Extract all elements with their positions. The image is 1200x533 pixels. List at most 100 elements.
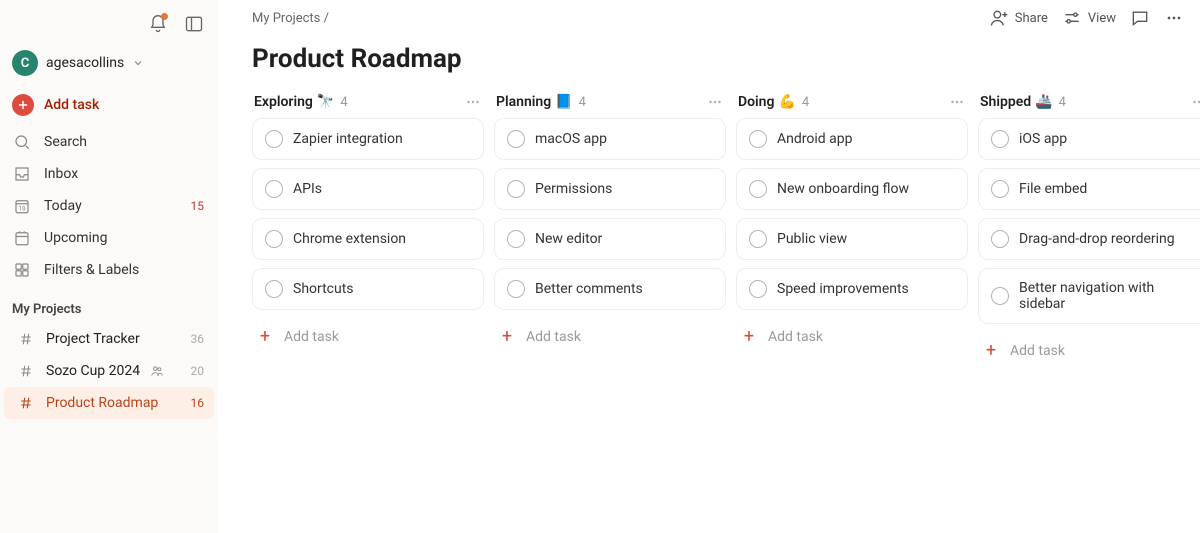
project-item[interactable]: Product Roadmap16: [4, 387, 214, 419]
breadcrumb[interactable]: My Projects /: [252, 11, 329, 26]
column-more-button[interactable]: [464, 93, 482, 111]
task-checkbox[interactable]: [507, 130, 525, 148]
task-title: Android app: [777, 131, 852, 147]
task-checkbox[interactable]: [749, 230, 767, 248]
task-checkbox[interactable]: [265, 180, 283, 198]
board-column: Doing 💪4 Android app New onboarding flow Pu…: [736, 90, 968, 533]
projects-section-title[interactable]: My Projects: [0, 286, 218, 323]
column-more-button[interactable]: [706, 93, 724, 111]
inbox-icon: [12, 164, 32, 184]
column-title[interactable]: Exploring 🔭: [254, 94, 334, 110]
column-more-button[interactable]: [1190, 93, 1200, 111]
task-card[interactable]: Drag-and-drop reordering: [978, 218, 1200, 260]
task-checkbox[interactable]: [991, 230, 1009, 248]
task-card[interactable]: Better navigation with sidebar: [978, 268, 1200, 324]
column-add-task[interactable]: +Add task: [252, 318, 484, 355]
task-card[interactable]: iOS app: [978, 118, 1200, 160]
nav-inbox[interactable]: Inbox: [0, 158, 218, 190]
comments-button[interactable]: [1130, 8, 1150, 28]
panel-toggle-button[interactable]: [182, 12, 206, 36]
task-checkbox[interactable]: [265, 230, 283, 248]
add-task-label: Add task: [768, 329, 823, 345]
task-card[interactable]: Zapier integration: [252, 118, 484, 160]
task-card[interactable]: macOS app: [494, 118, 726, 160]
plus-circle-icon: [12, 94, 34, 116]
task-checkbox[interactable]: [991, 287, 1009, 305]
task-card[interactable]: Speed improvements: [736, 268, 968, 310]
task-checkbox[interactable]: [991, 130, 1009, 148]
plus-icon: +: [256, 326, 274, 347]
column-add-task[interactable]: +Add task: [494, 318, 726, 355]
task-checkbox[interactable]: [507, 280, 525, 298]
nav-today[interactable]: 18 Today 15: [0, 190, 218, 222]
view-label: View: [1088, 11, 1116, 26]
task-checkbox[interactable]: [749, 180, 767, 198]
nav-label: Search: [44, 134, 87, 150]
project-count: 20: [191, 364, 205, 378]
column-title[interactable]: Doing 💪: [738, 94, 796, 110]
task-checkbox[interactable]: [507, 230, 525, 248]
chevron-down-icon: [132, 57, 144, 69]
hash-icon: [16, 329, 36, 349]
task-title: iOS app: [1019, 131, 1067, 147]
task-card[interactable]: Better comments: [494, 268, 726, 310]
calendar-today-icon: 18: [12, 196, 32, 216]
main-content: My Projects / Share View: [218, 0, 1200, 533]
column-header: Exploring 🔭4: [252, 90, 484, 118]
task-title: Chrome extension: [293, 231, 406, 247]
task-title: Permissions: [535, 181, 612, 197]
nav-label: Filters & Labels: [44, 262, 139, 278]
task-checkbox[interactable]: [265, 130, 283, 148]
column-title[interactable]: Shipped 🚢: [980, 94, 1053, 110]
nav-filters[interactable]: Filters & Labels: [0, 254, 218, 286]
task-checkbox[interactable]: [265, 280, 283, 298]
task-card[interactable]: New editor: [494, 218, 726, 260]
nav-label: Today: [44, 198, 82, 214]
workspace-switcher[interactable]: C agesacollins: [0, 44, 218, 88]
nav-upcoming[interactable]: Upcoming: [0, 222, 218, 254]
task-card[interactable]: Public view: [736, 218, 968, 260]
add-task-label: Add task: [1010, 343, 1065, 359]
add-task-button[interactable]: Add task: [0, 88, 218, 122]
view-button[interactable]: View: [1062, 8, 1116, 28]
grid-icon: [12, 260, 32, 280]
column-add-task[interactable]: + Add task: [736, 318, 968, 355]
task-card[interactable]: APIs: [252, 168, 484, 210]
task-title: Zapier integration: [293, 131, 403, 147]
sidebar: C agesacollins Add task Search Inbox: [0, 0, 218, 533]
task-card[interactable]: Shortcuts: [252, 268, 484, 310]
column-count: 4: [579, 95, 586, 110]
task-card[interactable]: Android app: [736, 118, 968, 160]
column-header: Doing 💪4: [736, 90, 968, 118]
task-card[interactable]: Permissions: [494, 168, 726, 210]
more-button[interactable]: [1164, 8, 1184, 28]
nav-search[interactable]: Search: [0, 126, 218, 158]
project-label: Product Roadmap: [46, 395, 158, 411]
task-checkbox[interactable]: [991, 180, 1009, 198]
project-item[interactable]: Project Tracker36: [4, 323, 214, 355]
task-card[interactable]: New onboarding flow: [736, 168, 968, 210]
task-card[interactable]: File embed: [978, 168, 1200, 210]
task-title: Drag-and-drop reordering: [1019, 231, 1175, 247]
page-header: My Projects / Share View: [218, 0, 1200, 32]
task-checkbox[interactable]: [507, 180, 525, 198]
people-icon: [150, 364, 164, 378]
column-more-button[interactable]: [948, 93, 966, 111]
project-label: Project Tracker: [46, 331, 140, 347]
notifications-button[interactable]: [146, 12, 170, 36]
task-card[interactable]: Chrome extension: [252, 218, 484, 260]
task-checkbox[interactable]: [749, 280, 767, 298]
share-button[interactable]: Share: [989, 8, 1048, 28]
column-add-task[interactable]: + Add task: [978, 332, 1200, 369]
plus-icon: +: [982, 340, 1000, 361]
sliders-icon: [1062, 8, 1082, 28]
page-title: Product Roadmap: [218, 32, 1200, 90]
task-checkbox[interactable]: [749, 130, 767, 148]
project-item[interactable]: Sozo Cup 202420: [4, 355, 214, 387]
column-title[interactable]: Planning 📘: [496, 94, 573, 110]
plus-icon: +: [498, 326, 516, 347]
plus-icon: +: [740, 326, 758, 347]
column-header: Shipped 🚢4: [978, 90, 1200, 118]
hash-icon: [16, 361, 36, 381]
task-title: New onboarding flow: [777, 181, 909, 197]
